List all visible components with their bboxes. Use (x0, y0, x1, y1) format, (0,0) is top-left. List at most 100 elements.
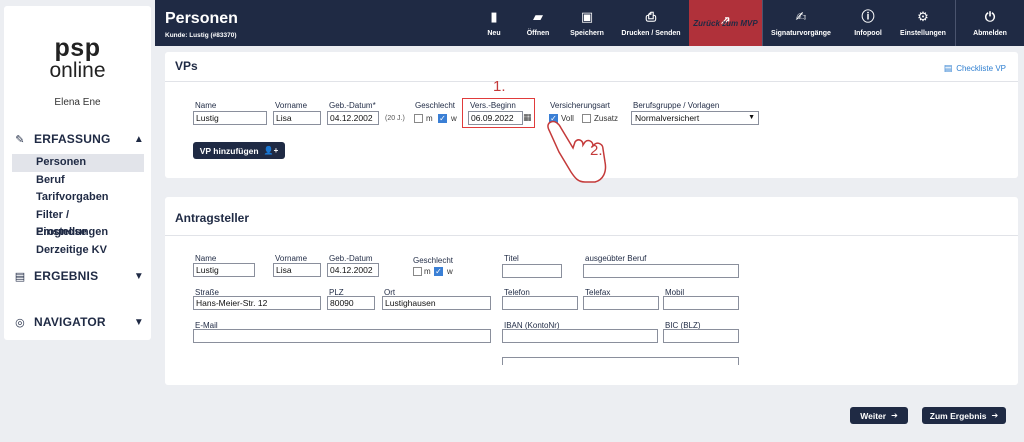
as-name-input[interactable]: Lustig (193, 263, 255, 277)
m-label: m (426, 114, 433, 123)
geschlecht-label: Geschlecht (415, 101, 456, 110)
vp-vorname-input[interactable]: Lisa (273, 111, 321, 125)
ergebnis-label: Zum Ergebnis (929, 410, 987, 421)
as-vorname-input[interactable]: Lisa (273, 263, 321, 277)
berufsgruppe-value: Normalversichert (635, 113, 700, 123)
weiter-button[interactable]: Weiter ➔ (850, 407, 908, 424)
geb-label: Geb.-Datum (329, 254, 373, 263)
chevron-up-icon: ▲ (133, 133, 144, 145)
as-gender-m-checkbox[interactable] (413, 267, 422, 276)
arrow-right-icon: ➔ (891, 411, 898, 420)
ort-input[interactable]: Lustighausen (382, 296, 491, 310)
strasse-input[interactable]: Hans-Meier-Str. 12 (193, 296, 321, 310)
customer-subtitle: Kunde: Lustig (#83370) (165, 32, 237, 39)
bic-input[interactable] (663, 329, 739, 343)
back-to-mvp-button[interactable]: ⇗ Zurück zum MVP (689, 0, 762, 46)
logo-text-psp: psp (54, 34, 101, 62)
nav-section-erfassung[interactable]: ✎ ERFASSUNG ▲ (12, 131, 144, 147)
list-icon: ▤ (14, 270, 26, 283)
name-label: Name (195, 254, 217, 263)
titel-label: Titel (504, 254, 519, 263)
button-label: Abmelden (973, 30, 1007, 37)
add-vp-label: VP hinzufügen (199, 145, 259, 156)
as-gender-w-checkbox[interactable]: ✓ (434, 267, 443, 276)
button-label: Öffnen (526, 30, 550, 37)
telefon-input[interactable] (502, 296, 578, 310)
button-label: Infopool (854, 30, 882, 37)
chevron-down-icon: ▼ (133, 316, 144, 328)
info-icon: ⓘ (861, 9, 875, 24)
button-label: Signaturvorgänge (771, 30, 831, 37)
settings-button[interactable]: ⚙ Einstellungen (895, 0, 951, 46)
print-icon: ⎙ (645, 9, 657, 24)
sidebar-item-derzeitige-kv[interactable]: Derzeitige KV (12, 242, 144, 260)
vp-gender-w-checkbox[interactable]: ✓ (438, 114, 447, 123)
nav-section-label: ERGEBNIS (34, 269, 99, 283)
annotation-step-2: 2. (590, 142, 603, 159)
logout-button[interactable]: ⏻ Abmelden (961, 0, 1019, 46)
sidebar-item-prognose[interactable]: Prognose (12, 224, 144, 242)
checkliste-link[interactable]: ▤ Checkliste VP (944, 63, 1006, 74)
as-geb-input[interactable]: 04.12.2002 (327, 263, 379, 277)
new-button[interactable]: ▮ Neu (477, 0, 511, 46)
plz-input[interactable]: 80090 (327, 296, 375, 310)
highlight-box (462, 98, 535, 128)
weiter-label: Weiter (860, 410, 887, 421)
signature-icon: ✍ (795, 9, 807, 24)
nav-items: Personen Beruf Tarifvorgaben Filter / Ei… (12, 154, 144, 259)
email-input[interactable] (193, 329, 491, 343)
button-label: Einstellungen (900, 30, 946, 37)
nav-section-label: ERFASSUNG (34, 132, 111, 146)
print-send-button[interactable]: ⎙ Drucken / Senden (615, 0, 687, 46)
user-name: Elena Ene (54, 97, 101, 108)
sidebar-item-personen[interactable]: Personen (12, 154, 144, 172)
sidebar: psp online Elena Ene ✎ ERFASSUNG ▲ Perso… (0, 0, 155, 442)
toolbar-divider (955, 0, 956, 46)
titel-input[interactable] (502, 264, 562, 278)
berufsgruppe-select[interactable]: Normalversichert ▼ (631, 111, 759, 125)
nav-section-ergebnis[interactable]: ▤ ERGEBNIS ▼ (12, 268, 144, 284)
sidebar-item-filter[interactable]: Filter / Einstellungen (12, 207, 144, 239)
telefax-input[interactable] (583, 296, 659, 310)
open-button[interactable]: ▰ Öffnen (517, 0, 559, 46)
edit-icon: ✎ (15, 133, 25, 146)
vorname-label: Vorname (275, 101, 308, 110)
annotation-step-1: 1. (493, 78, 506, 95)
vps-title: VPs (175, 59, 198, 73)
dropdown-caret-icon: ▼ (748, 114, 755, 121)
save-icon: ▣ (580, 9, 594, 24)
save-button[interactable]: ▣ Speichern (563, 0, 611, 46)
infopool-button[interactable]: ⓘ Infopool (845, 0, 891, 46)
nav-section-label: NAVIGATOR (34, 315, 106, 329)
chevron-down-icon: ▼ (133, 270, 144, 282)
divider (165, 81, 1018, 82)
extra-field-partial[interactable] (502, 357, 739, 365)
geschlecht-label: Geschlecht (413, 256, 454, 265)
name-label: Name (195, 101, 217, 110)
sidebar-item-beruf[interactable]: Beruf (12, 172, 144, 190)
berufsgruppe-label: Berufsgruppe / Vorlagen (633, 101, 720, 110)
sidebar-item-tarifvorgaben[interactable]: Tarifvorgaben (12, 189, 144, 207)
arrow-right-icon: ➔ (991, 411, 999, 420)
zum-ergebnis-button[interactable]: Zum Ergebnis ➔ (922, 407, 1006, 424)
antragsteller-panel: Antragsteller Name Lustig Vorname Lisa G… (165, 197, 1018, 385)
w-label: w (447, 267, 453, 276)
toolbar-divider (762, 0, 763, 46)
signature-button[interactable]: ✍ Signaturvorgänge (767, 0, 835, 46)
vp-gender-m-checkbox[interactable] (414, 114, 423, 123)
button-label: Speichern (570, 30, 604, 37)
page-title: Personen (165, 10, 238, 27)
folder-open-icon: ▰ (533, 9, 543, 24)
vp-geb-input[interactable]: 04.12.2002 (327, 111, 379, 125)
vp-name-input[interactable]: Lustig (193, 111, 267, 125)
nav-section-navigator[interactable]: ◎ NAVIGATOR ▼ (12, 314, 144, 330)
beruf-input[interactable] (583, 264, 739, 278)
add-vp-button[interactable]: VP hinzufügen 👤+ (193, 142, 285, 159)
m-label: m (424, 267, 431, 276)
divider (165, 235, 1018, 236)
document-icon: ▤ (943, 63, 953, 73)
mobil-input[interactable] (663, 296, 739, 310)
iban-input[interactable] (502, 329, 658, 343)
add-user-icon: 👤+ (263, 146, 279, 155)
compass-icon: ◎ (15, 316, 25, 329)
